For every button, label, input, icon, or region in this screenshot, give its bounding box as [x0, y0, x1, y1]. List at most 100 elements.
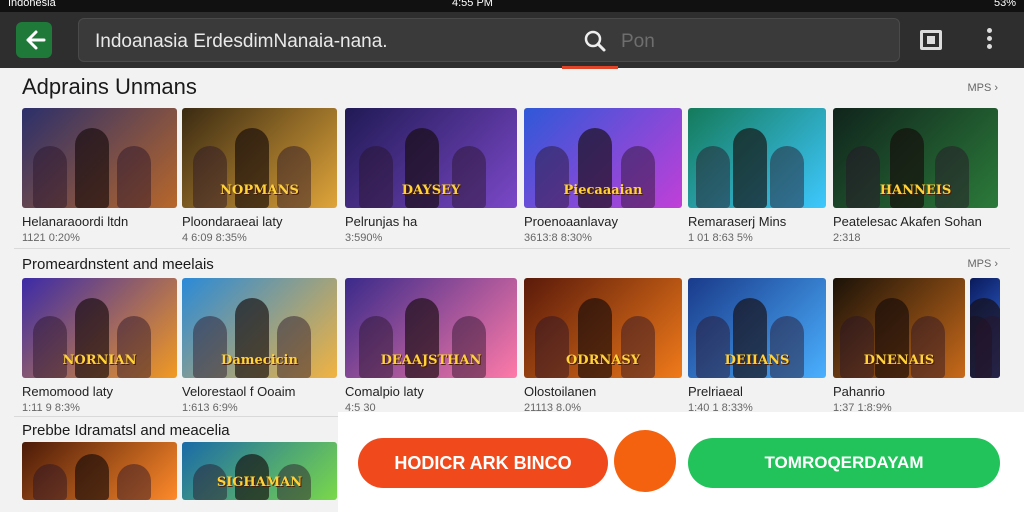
game-title[interactable]: Remaraserj Mins [688, 214, 786, 229]
game-thumbnail[interactable]: Piecaaaian [524, 108, 682, 208]
game-title[interactable]: Ploondaraeai laty [182, 214, 282, 229]
thumbnail-banner: SIGHAMAN [216, 475, 303, 490]
character-silhouette [276, 316, 311, 378]
character-silhouette [695, 316, 730, 378]
primary-action-button[interactable]: HODICR ARK BINCO [358, 438, 608, 488]
cta-bar: HODICR ARK BINCO TOMROQERDAYAM [338, 412, 1024, 512]
section-title: Adprains Unmans [22, 74, 197, 99]
app-bar: Indoanasia ErdesdimNanaia-nana. Pon [0, 12, 1024, 69]
more-vert-icon[interactable] [984, 28, 994, 52]
character-silhouette [911, 316, 946, 378]
character-silhouette [620, 316, 655, 378]
game-title[interactable]: Olostoilanen [524, 384, 596, 399]
section-title: Promeardnstent and meelais [22, 256, 214, 273]
thumbnail-banner: DAYSEY [401, 183, 461, 198]
game-title[interactable]: Velorestaol f Ooaim [182, 384, 295, 399]
character-silhouette [770, 316, 805, 378]
status-bar: Indonesia 4:55 PM 53% [0, 0, 1024, 12]
game-meta: 4 6:09 8:35% [182, 232, 247, 244]
game-thumbnail[interactable]: SIGHAMAN [182, 442, 337, 500]
character-silhouette [192, 316, 227, 378]
game-thumbnail[interactable]: Damecicin [182, 278, 337, 378]
game-thumbnail[interactable]: ODRNASY [524, 278, 682, 378]
thumbnail-banner: NOPMANS [220, 183, 299, 198]
game-title[interactable]: Remomood laty [22, 384, 113, 399]
tab-indicator [562, 66, 618, 69]
character-silhouette [535, 146, 570, 208]
thumbnail-banner: DEAAJSTHAN [380, 353, 482, 368]
clock: 4:55 PM [452, 0, 493, 9]
character-silhouette [451, 316, 486, 378]
game-thumbnail[interactable] [22, 108, 177, 208]
divider [14, 248, 1010, 249]
character-silhouette [974, 316, 1000, 378]
search-bar[interactable]: Indoanasia ErdesdimNanaia-nana. Pon [78, 18, 900, 62]
game-title[interactable]: Pahanrio [833, 384, 885, 399]
cast-icon[interactable] [920, 30, 942, 50]
section-title: Prebbe Idramatsl and meacelia [22, 422, 230, 439]
character-silhouette [74, 453, 109, 500]
see-more-link[interactable]: MPS › [967, 258, 998, 270]
game-meta: 3613:8 8:30% [524, 232, 592, 244]
game-thumbnail[interactable]: DEAAJSTHAN [345, 278, 517, 378]
game-thumbnail[interactable]: DAYSEY [345, 108, 517, 208]
character-silhouette [32, 146, 67, 208]
game-thumbnail[interactable]: NOPMANS [182, 108, 337, 208]
character-silhouette [620, 146, 655, 208]
game-title[interactable]: Proenoaanlavay [524, 214, 618, 229]
character-silhouette [733, 128, 768, 208]
game-title[interactable]: Helanaraoordi ltdn [22, 214, 128, 229]
character-silhouette [116, 146, 151, 208]
game-title[interactable]: Peatelesac Akafen Sohan [833, 214, 982, 229]
character-silhouette [276, 146, 311, 208]
character-silhouette [770, 146, 805, 208]
search-hint: Pon [621, 31, 655, 52]
character-silhouette [116, 464, 151, 500]
character-silhouette [358, 316, 393, 378]
game-meta: 1 01 8:63 5% [688, 232, 753, 244]
thumbnail-banner: DEIIANS [724, 353, 790, 368]
character-silhouette [695, 146, 730, 208]
character-silhouette [74, 128, 109, 208]
thumbnail-banner: HANNEIS [879, 183, 952, 198]
character-silhouette [839, 316, 874, 378]
carrier-label: Indonesia [8, 0, 56, 9]
secondary-action-button[interactable]: TOMROQERDAYAM [688, 438, 1000, 488]
thumbnail-banner: Piecaaaian [563, 183, 643, 198]
orange-circle-button[interactable] [614, 430, 676, 492]
game-meta: 1:11 9 8:3% [22, 402, 80, 414]
game-thumbnail[interactable] [688, 108, 826, 208]
character-silhouette [32, 464, 67, 500]
game-title[interactable]: Prelriaeal [688, 384, 743, 399]
character-silhouette [934, 146, 969, 208]
game-thumbnail[interactable]: NORNIAN [22, 278, 177, 378]
character-silhouette [535, 316, 570, 378]
game-title[interactable]: Comalpio laty [345, 384, 424, 399]
character-silhouette [192, 146, 227, 208]
character-silhouette [451, 146, 486, 208]
game-thumbnail[interactable]: DEIIANS [688, 278, 826, 378]
back-arrow-icon [26, 30, 46, 50]
thumbnail-banner: Damecicin [221, 353, 298, 368]
thumbnail-banner: ODRNASY [565, 353, 641, 368]
see-more-link[interactable]: MPS › [967, 82, 998, 94]
battery-level: 53% [993, 0, 1016, 9]
character-silhouette [32, 316, 67, 378]
game-meta: 2:318 [833, 232, 861, 244]
character-silhouette [358, 146, 393, 208]
back-button[interactable] [16, 22, 52, 58]
game-thumbnail[interactable]: HANNEIS [833, 108, 998, 208]
game-meta: 3:590% [345, 232, 383, 244]
game-title[interactable]: Pelrunjas ha [345, 214, 417, 229]
search-icon[interactable] [583, 29, 607, 53]
game-thumbnail[interactable] [970, 278, 1000, 378]
game-meta: 1:613 6:9% [182, 402, 238, 414]
game-meta: 1121 0:20% [22, 232, 80, 244]
game-thumbnail[interactable] [22, 442, 177, 500]
character-silhouette [116, 316, 151, 378]
thumbnail-banner: DNENAIS [863, 353, 935, 368]
search-query[interactable]: Indoanasia ErdesdimNanaia-nana. [95, 31, 388, 53]
thumbnail-banner: NORNIAN [62, 353, 137, 368]
character-silhouette [845, 146, 880, 208]
game-thumbnail[interactable]: DNENAIS [833, 278, 965, 378]
